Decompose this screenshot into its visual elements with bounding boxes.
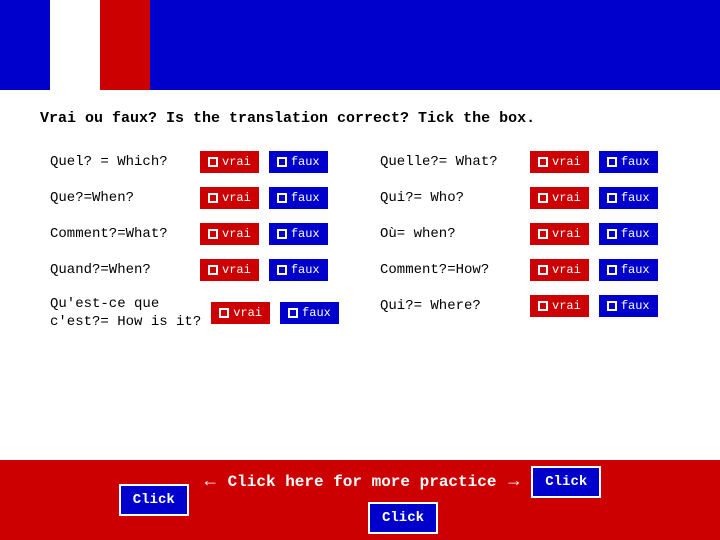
table-row: Quel? = Which? vrai faux: [50, 151, 340, 173]
vrai-button[interactable]: vrai: [530, 187, 589, 209]
main-content: Vrai ou faux? Is the translation correct…: [0, 90, 720, 355]
vrai-button[interactable]: vrai: [211, 302, 270, 324]
question-label: Qu'est-ce quec'est?= How is it?: [50, 295, 201, 331]
checkbox-icon: [538, 265, 548, 275]
vrai-button[interactable]: vrai: [530, 223, 589, 245]
flag-red: [100, 0, 150, 90]
faux-button[interactable]: faux: [280, 302, 339, 324]
checkbox-icon: [607, 193, 617, 203]
table-row: Qu'est-ce quec'est?= How is it? vrai fau…: [50, 295, 340, 331]
checkbox-icon: [607, 157, 617, 167]
table-row: Où= when? vrai faux: [380, 223, 670, 245]
checkbox-icon: [538, 229, 548, 239]
question-label: Comment?=How?: [380, 262, 520, 278]
click-right-button[interactable]: Click: [531, 466, 601, 498]
checkbox-icon: [208, 265, 218, 275]
question-label: Quelle?= What?: [380, 154, 520, 170]
question-label: Que?=When?: [50, 190, 190, 206]
checkbox-icon: [277, 157, 287, 167]
checkbox-icon: [277, 265, 287, 275]
vrai-button[interactable]: vrai: [530, 151, 589, 173]
checkbox-icon: [607, 229, 617, 239]
vrai-button[interactable]: vrai: [530, 259, 589, 281]
faux-button[interactable]: faux: [599, 187, 658, 209]
checkbox-icon: [277, 229, 287, 239]
faux-button[interactable]: faux: [269, 259, 328, 281]
vrai-button[interactable]: vrai: [200, 187, 259, 209]
table-row: Qui?= Where? vrai faux: [380, 295, 670, 317]
vrai-button[interactable]: vrai: [200, 151, 259, 173]
bottom-click-row: Click: [368, 502, 438, 534]
click-bottom-button[interactable]: Click: [368, 502, 438, 534]
checkbox-icon: [208, 157, 218, 167]
checkbox-icon: [208, 193, 218, 203]
right-column: Quelle?= What? vrai faux Qui?= Who? vrai…: [380, 151, 670, 335]
vrai-button[interactable]: vrai: [200, 223, 259, 245]
left-column: Quel? = Which? vrai faux Que?=When? vrai…: [50, 151, 340, 335]
flag-blue: [0, 0, 50, 90]
table-row: Comment?=What? vrai faux: [50, 223, 340, 245]
vrai-button[interactable]: vrai: [200, 259, 259, 281]
question-label: Qui?= Where?: [380, 298, 520, 314]
bottom-text-area: ← Click here for more practice → Click C…: [205, 466, 601, 534]
checkbox-icon: [219, 308, 229, 318]
instruction-text: Vrai ou faux? Is the translation correct…: [40, 110, 680, 127]
checkbox-icon: [607, 301, 617, 311]
click-left-button[interactable]: Click: [119, 484, 189, 516]
faux-button[interactable]: faux: [599, 295, 658, 317]
flag-white: [50, 0, 100, 90]
arrow-right-icon: →: [508, 472, 519, 492]
question-label: Quel? = Which?: [50, 154, 190, 170]
questions-area: Quel? = Which? vrai faux Que?=When? vrai…: [40, 151, 680, 335]
checkbox-icon: [538, 301, 548, 311]
checkbox-icon: [288, 308, 298, 318]
checkbox-icon: [538, 193, 548, 203]
question-label: Quand?=When?: [50, 262, 190, 278]
header: [0, 0, 720, 90]
table-row: Quelle?= What? vrai faux: [380, 151, 670, 173]
checkbox-icon: [538, 157, 548, 167]
question-label: Où= when?: [380, 226, 520, 242]
french-flag: [0, 0, 150, 90]
top-row: ← Click here for more practice → Click: [205, 466, 601, 498]
checkbox-icon: [607, 265, 617, 275]
question-label: Qui?= Who?: [380, 190, 520, 206]
faux-button[interactable]: faux: [599, 151, 658, 173]
bottom-bar: Click ← Click here for more practice → C…: [0, 460, 720, 540]
center-text: Click here for more practice: [228, 473, 497, 491]
faux-button[interactable]: faux: [269, 187, 328, 209]
checkbox-icon: [208, 229, 218, 239]
faux-button[interactable]: faux: [599, 259, 658, 281]
vrai-button[interactable]: vrai: [530, 295, 589, 317]
table-row: Qui?= Who? vrai faux: [380, 187, 670, 209]
faux-button[interactable]: faux: [269, 223, 328, 245]
table-row: Quand?=When? vrai faux: [50, 259, 340, 281]
faux-button[interactable]: faux: [599, 223, 658, 245]
question-label: Comment?=What?: [50, 226, 190, 242]
checkbox-icon: [277, 193, 287, 203]
table-row: Que?=When? vrai faux: [50, 187, 340, 209]
faux-button[interactable]: faux: [269, 151, 328, 173]
arrow-left-icon: ←: [205, 472, 216, 492]
table-row: Comment?=How? vrai faux: [380, 259, 670, 281]
